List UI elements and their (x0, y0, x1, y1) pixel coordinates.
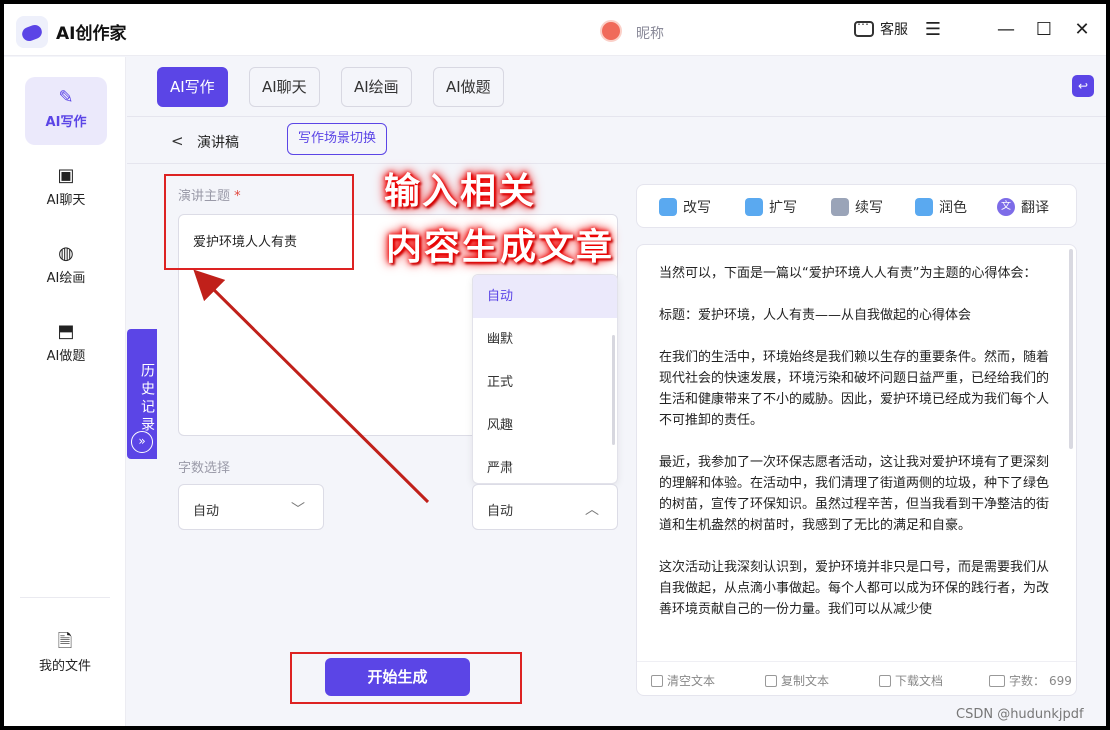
app-window: AI创作家 昵称 客服 ☰ — ☐ ✕ ✎ AI写作 ▣ AI聊天 ◍ AI绘画… (4, 4, 1106, 726)
watermark: CSDN @hudunkjpdf (956, 707, 1084, 722)
annotation-arrow (193, 269, 430, 504)
